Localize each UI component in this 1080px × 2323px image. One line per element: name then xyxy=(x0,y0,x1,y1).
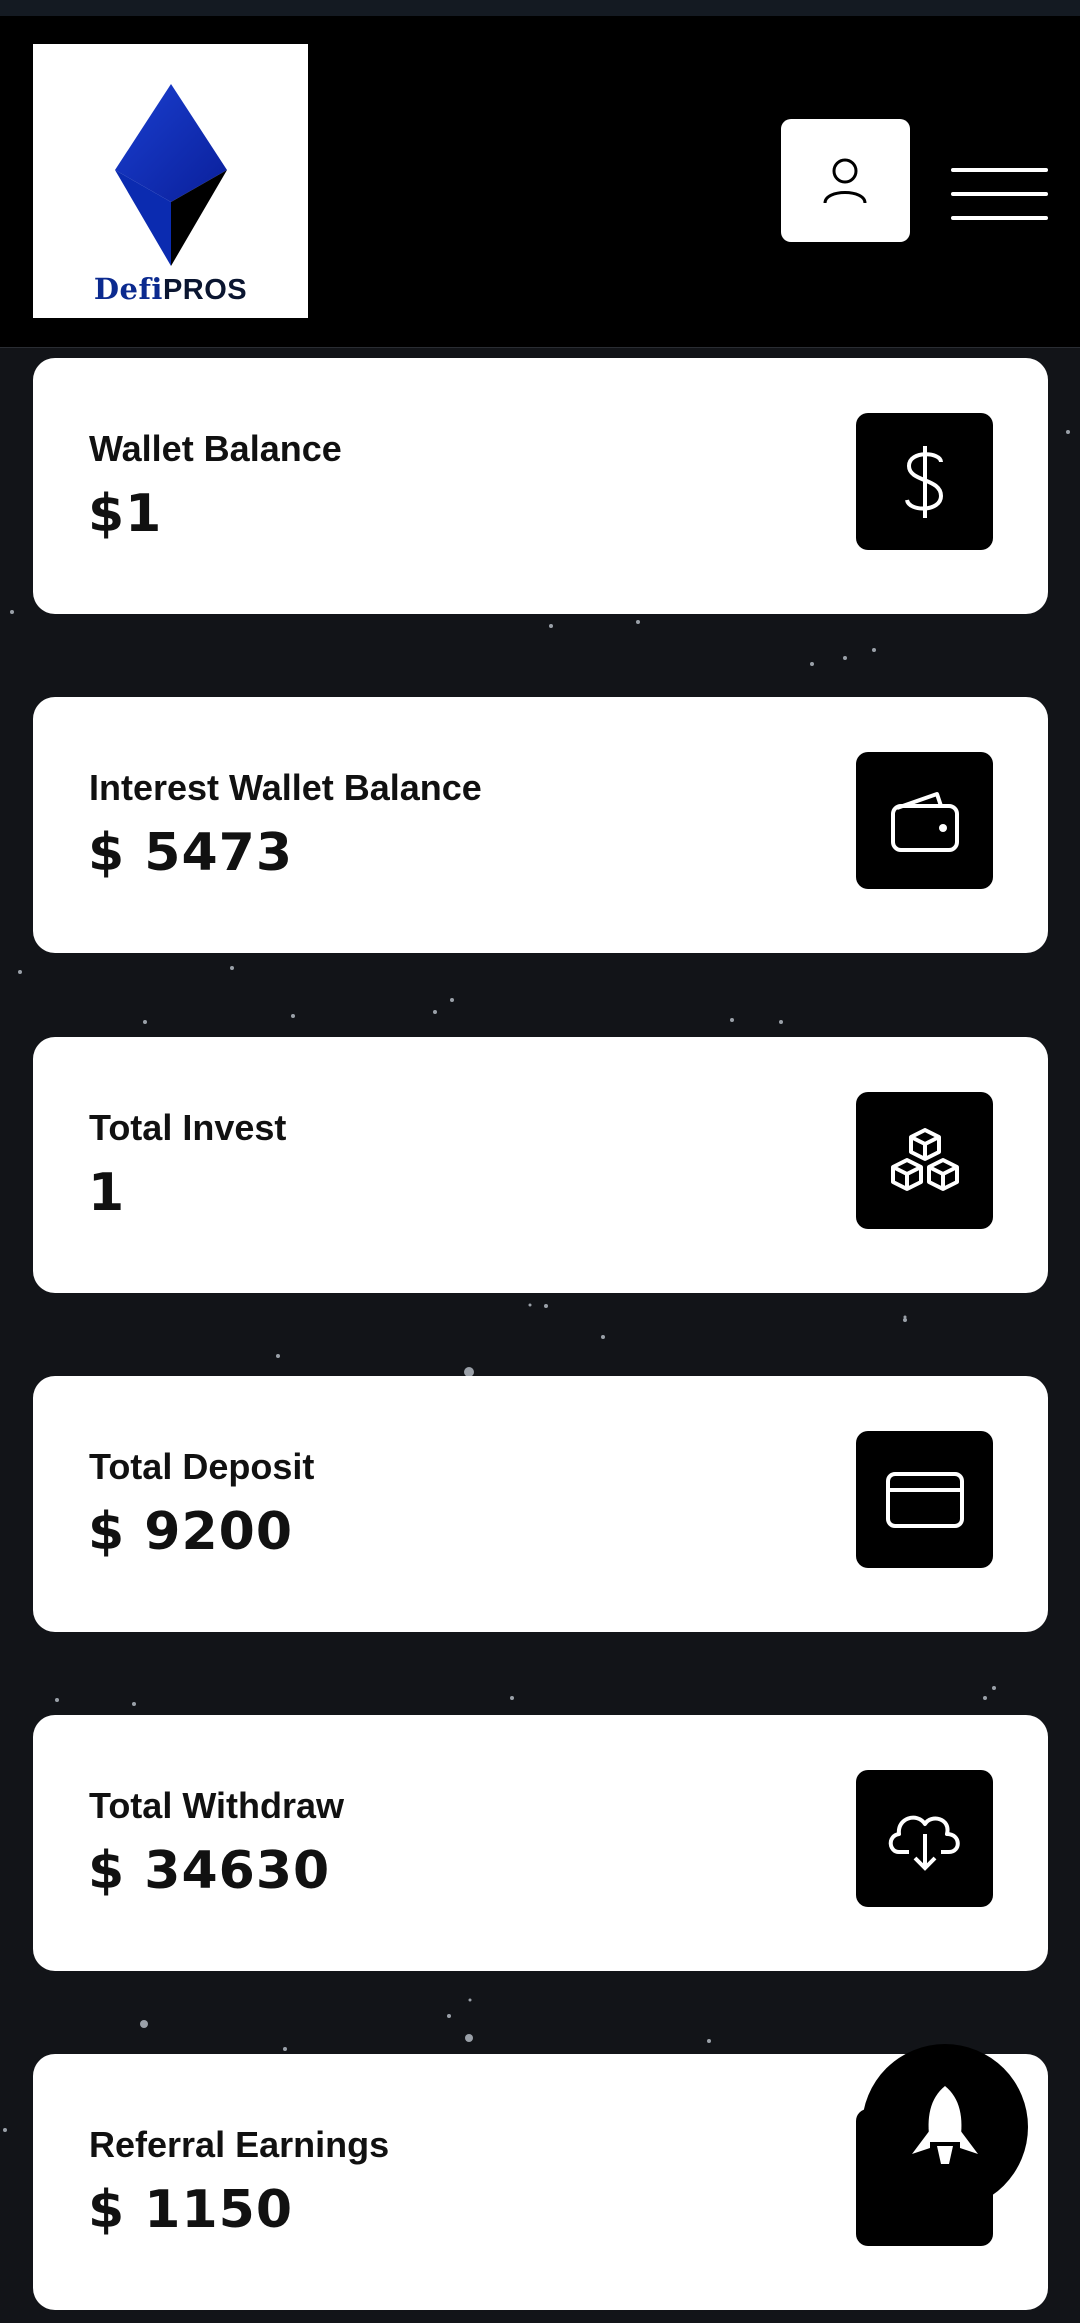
card-label: Total Withdraw xyxy=(89,1785,344,1826)
card-icon-box xyxy=(856,1431,993,1568)
dollar-icon xyxy=(904,445,943,518)
card-icon-box xyxy=(856,413,993,550)
user-icon xyxy=(823,158,867,204)
credit-card-icon xyxy=(885,1471,964,1528)
scroll-to-top-button[interactable] xyxy=(862,2044,1028,2210)
card-label: Wallet Balance xyxy=(89,428,342,469)
logo-text-defi: Defi xyxy=(93,272,163,306)
status-bar xyxy=(0,0,1080,16)
menu-line xyxy=(951,168,1048,172)
card-label: Interest Wallet Balance xyxy=(89,767,482,808)
card-label: Total Invest xyxy=(89,1107,287,1148)
total-deposit-card[interactable]: Total Deposit $ 9200 xyxy=(33,1376,1048,1632)
card-value: $ 1150 xyxy=(88,2180,294,2240)
total-invest-card[interactable]: Total Invest 1 xyxy=(33,1037,1048,1293)
card-value: $ 34630 xyxy=(88,1841,331,1901)
profile-button[interactable] xyxy=(781,119,910,242)
card-value: $ 9200 xyxy=(88,1502,294,1562)
card-icon-box xyxy=(856,1092,993,1229)
menu-line xyxy=(951,192,1048,196)
total-withdraw-card[interactable]: Total Withdraw $ 34630 xyxy=(33,1715,1048,1971)
card-label: Total Deposit xyxy=(89,1446,315,1487)
card-value: $ 5473 xyxy=(88,823,294,883)
card-icon-box xyxy=(856,1770,993,1907)
menu-line xyxy=(951,216,1048,220)
card-value: 1 xyxy=(88,1163,126,1223)
interest-wallet-balance-card[interactable]: Interest Wallet Balance $ 5473 xyxy=(33,697,1048,953)
card-label: Referral Earnings xyxy=(89,2124,390,2165)
card-value: $1 xyxy=(88,484,163,544)
logo-wordmark: DefiPROS xyxy=(33,272,308,307)
wallet-balance-card[interactable]: Wallet Balance $1 xyxy=(33,358,1048,614)
brand-logo[interactable]: DefiPROS xyxy=(33,44,308,318)
top-header: DefiPROS xyxy=(0,16,1080,348)
logo-text-pros: PROS xyxy=(162,274,248,306)
logo-gem-icon xyxy=(115,84,227,266)
rocket-icon xyxy=(912,2086,978,2164)
cloud-download-icon xyxy=(888,1815,960,1871)
card-icon-box xyxy=(856,752,993,889)
wallet-icon xyxy=(890,791,959,852)
hamburger-menu-button[interactable] xyxy=(951,164,1048,224)
cubes-icon xyxy=(890,1127,959,1191)
